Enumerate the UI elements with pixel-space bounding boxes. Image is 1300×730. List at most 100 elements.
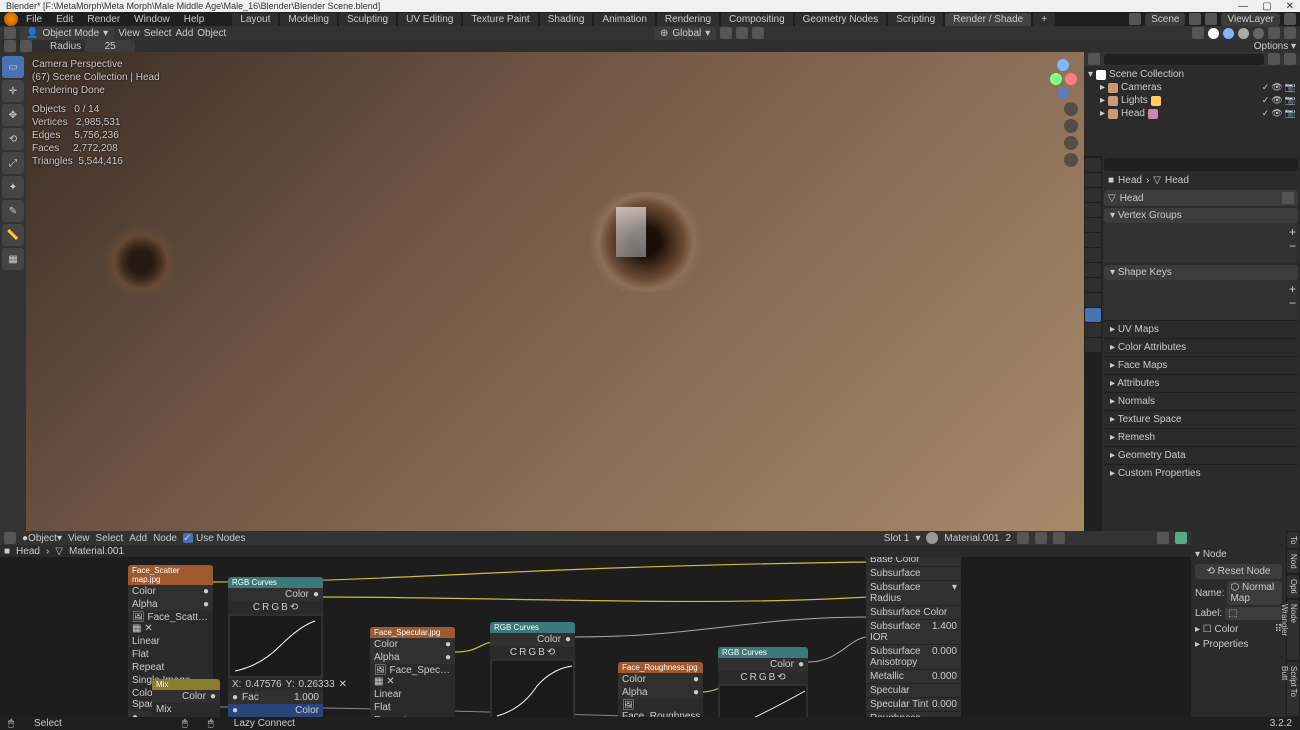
- prop-tab-output[interactable]: [1085, 173, 1101, 187]
- outliner-lights[interactable]: ▸Lights✓👁📷: [1088, 94, 1296, 107]
- material-unlink-icon[interactable]: [1035, 532, 1047, 544]
- shading-matpreview-icon[interactable]: [1238, 28, 1249, 39]
- add-tool[interactable]: ▦: [2, 248, 24, 270]
- add-shapekey-button[interactable]: +: [1289, 282, 1296, 296]
- camera-icon[interactable]: [1064, 136, 1078, 150]
- hdr-object[interactable]: Object: [197, 28, 226, 39]
- gizmo-toggle-icon[interactable]: [1192, 27, 1204, 39]
- prop-tab-mesh-data[interactable]: [1085, 308, 1101, 322]
- foldout-custom-props[interactable]: ▸ Custom Properties: [1104, 464, 1298, 482]
- prop-tab-texture[interactable]: [1085, 338, 1101, 352]
- foldout-face-maps[interactable]: ▸ Face Maps: [1104, 356, 1298, 374]
- node-mix[interactable]: Mix Color● Mix ☐Clamp Fac0.400 ●Color1 ●…: [152, 679, 220, 717]
- tab-add-workspace[interactable]: +: [1033, 13, 1055, 26]
- material-icon[interactable]: [926, 532, 938, 544]
- material-new-icon[interactable]: [1017, 532, 1029, 544]
- perspective-icon[interactable]: [1064, 153, 1078, 167]
- principled-bsdf-node[interactable]: Base Color Subsurface Subsurface Radius▾…: [866, 557, 961, 717]
- pan-icon[interactable]: [1064, 119, 1078, 133]
- transform-tool[interactable]: ✦: [2, 176, 24, 198]
- options-dropdown[interactable]: Options ▾: [1254, 41, 1296, 52]
- properties-search-input[interactable]: [1104, 158, 1298, 171]
- orientation-dropdown[interactable]: ⊕Global▾: [654, 27, 716, 40]
- tab-uv[interactable]: UV Editing: [398, 13, 461, 26]
- foldout-uv[interactable]: ▸ UV Maps: [1104, 320, 1298, 338]
- radius-input[interactable]: 25: [85, 40, 135, 53]
- filter-icon[interactable]: [1268, 53, 1280, 65]
- foldout-geometry-data[interactable]: ▸ Geometry Data: [1104, 446, 1298, 464]
- maximize-button[interactable]: ▢: [1262, 1, 1271, 12]
- foldout-texture-space[interactable]: ▸ Texture Space: [1104, 410, 1298, 428]
- material-name-field[interactable]: Material.001: [944, 533, 999, 544]
- foldout-color-attrs[interactable]: ▸ Color Attributes: [1104, 338, 1298, 356]
- foldout-normals[interactable]: ▸ Normals: [1104, 392, 1298, 410]
- nh-add[interactable]: Add: [129, 533, 147, 544]
- menu-file[interactable]: File: [20, 14, 48, 25]
- shape-keys-header[interactable]: ▾ Shape Keys: [1104, 265, 1298, 280]
- node-object-mode[interactable]: ●Object▾: [22, 533, 62, 544]
- ns-header[interactable]: Node: [1203, 549, 1227, 560]
- viewlayer-new-icon[interactable]: [1284, 13, 1296, 25]
- prop-tab-modifier[interactable]: [1085, 248, 1101, 262]
- prop-tab-scene[interactable]: [1085, 203, 1101, 217]
- shape-keys-list[interactable]: + −: [1104, 280, 1298, 320]
- node-name-field[interactable]: ⬡ Normal Map: [1227, 581, 1282, 605]
- prop-tab-render[interactable]: [1085, 158, 1101, 172]
- foldout-attributes[interactable]: ▸ Attributes: [1104, 374, 1298, 392]
- snap-node-icon[interactable]: [1157, 532, 1169, 544]
- hdr-view[interactable]: View: [118, 28, 140, 39]
- zoom-icon[interactable]: [1064, 102, 1078, 116]
- minimize-button[interactable]: —: [1238, 1, 1248, 12]
- remove-shapekey-button[interactable]: −: [1289, 296, 1296, 310]
- ntab-nod[interactable]: Nod: [1287, 550, 1299, 573]
- material-users[interactable]: 2: [1005, 533, 1011, 544]
- 3d-viewport[interactable]: Camera Perspective (67) Scene Collection…: [26, 52, 1084, 531]
- menu-help[interactable]: Help: [178, 14, 211, 25]
- mode-dropdown[interactable]: 👤Object Mode▾: [20, 27, 114, 40]
- node-rgb-curves-2[interactable]: RGB Curves Color● CRGB⟲ X:0.44924Y:0.010…: [490, 622, 575, 717]
- new-collection-icon[interactable]: [1284, 53, 1296, 65]
- tab-layout[interactable]: Layout: [232, 13, 278, 26]
- reset-node-button[interactable]: ⟲ Reset Node: [1195, 564, 1282, 579]
- tab-scripting[interactable]: Scripting: [888, 13, 943, 26]
- ntab-script[interactable]: Script To Butt: [1287, 662, 1299, 716]
- vertex-groups-header[interactable]: ▾ Vertex Groups: [1104, 208, 1298, 223]
- scene-icon[interactable]: [1129, 13, 1141, 25]
- viewlayer-icon[interactable]: [1205, 13, 1217, 25]
- selection-mode-icon[interactable]: [20, 40, 32, 52]
- scene-browse-icon[interactable]: [1189, 13, 1201, 25]
- nav-gizmo[interactable]: [1048, 58, 1078, 100]
- tab-animation[interactable]: Animation: [594, 13, 654, 26]
- tab-render-shade[interactable]: Render / Shade: [945, 13, 1031, 26]
- node-editor-type-icon[interactable]: [4, 532, 16, 544]
- node-label-field[interactable]: ⬚: [1225, 607, 1282, 620]
- rotate-tool[interactable]: ⟲: [2, 128, 24, 150]
- pivot-icon[interactable]: [720, 27, 732, 39]
- prop-tab-physics[interactable]: [1085, 278, 1101, 292]
- tab-sculpting[interactable]: Sculpting: [339, 13, 396, 26]
- menu-window[interactable]: Window: [128, 14, 176, 25]
- prop-tab-viewlayer[interactable]: [1085, 188, 1101, 202]
- tab-rendering[interactable]: Rendering: [657, 13, 719, 26]
- foldout-remesh[interactable]: ▸ Remesh: [1104, 428, 1298, 446]
- prop-tab-constraint[interactable]: [1085, 293, 1101, 307]
- color-foldout[interactable]: Color: [1215, 624, 1239, 635]
- outliner-search-input[interactable]: [1104, 54, 1264, 65]
- tab-geonodes[interactable]: Geometry Nodes: [795, 13, 887, 26]
- overlay-icon[interactable]: [1284, 27, 1296, 39]
- measure-tool[interactable]: 📏: [2, 224, 24, 246]
- ntab-to[interactable]: To: [1287, 532, 1299, 548]
- prop-tab-world[interactable]: [1085, 218, 1101, 232]
- snap-icon[interactable]: [736, 27, 748, 39]
- ntab-wrangler[interactable]: Node Wrangler: [1287, 600, 1299, 660]
- nh-node[interactable]: Node: [153, 533, 177, 544]
- playback-pause-icon[interactable]: [1268, 27, 1280, 39]
- node-rgb-curves-1[interactable]: RGB Curves Color● CRGB⟲ X:0.47576Y:0.263…: [228, 577, 323, 717]
- move-tool[interactable]: ✥: [2, 104, 24, 126]
- tab-modeling[interactable]: Modeling: [280, 13, 337, 26]
- close-button[interactable]: ✕: [1286, 1, 1294, 12]
- slot-dropdown[interactable]: Slot 1: [884, 533, 910, 544]
- blender-logo-icon[interactable]: [4, 12, 18, 26]
- prop-tab-particle[interactable]: [1085, 263, 1101, 277]
- node-image-roughness[interactable]: Face_Roughness.jpg Color● Alpha● 🖼 Face_…: [618, 662, 703, 717]
